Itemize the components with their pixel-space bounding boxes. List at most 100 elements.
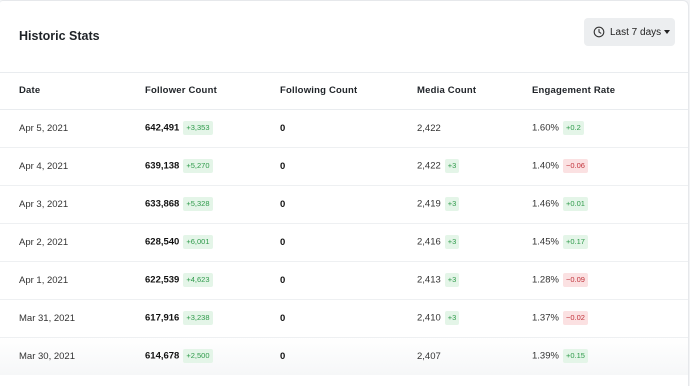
follower-count-value: 617,916 [145,312,180,324]
follower-count-value: 639,138 [145,160,180,172]
follower-count-value: 642,491 [145,122,180,134]
following-count-cell: 0 [280,223,417,261]
engagement-rate-value: 1.37% [532,312,559,324]
delta-badge: +3,353 [183,121,213,135]
table-row: Apr 3, 2021 633,868 +5,328 0 2,419 +3 1.46% +0.… [0,185,688,223]
delta-badge: +3 [444,235,460,249]
delta-badge: +0.15 [562,349,588,364]
card-header: Historic Stats Last 7 days [0,1,688,73]
engagement-rate-cell: 1.60% +0.2 [532,109,688,147]
following-count-value: 0 [280,350,286,362]
delta-badge: +3 [444,273,460,287]
table-row: Apr 5, 2021 642,491 +3,353 0 2,422 1.60% +0.2 [0,109,688,147]
engagement-rate-cell: 1.46% +0.01 [532,185,688,223]
table-row: Mar 30, 2021 614,678 +2,500 0 2,407 1.39% +0.1… [0,337,688,375]
media-count-value: 2,407 [417,350,441,362]
date-cell: Mar 30, 2021 [19,350,75,362]
engagement-rate-value: 1.46% [532,198,559,210]
delta-badge: +3,238 [183,311,213,325]
following-count-cell: 0 [280,299,417,337]
delta-badge: +2,500 [183,349,213,364]
follower-count-value: 628,540 [145,236,180,248]
media-count-value: 2,416 [417,236,441,248]
follower-count-cell: 633,868 +5,328 [145,185,280,223]
following-count-cell: 0 [280,147,417,185]
following-count-cell: 0 [280,261,417,299]
delta-badge: +3 [444,197,460,211]
delta-badge: +4,623 [183,273,213,287]
table-header-row: Date Follower Count Following Count Medi… [0,72,688,109]
media-count-value: 2,422 [417,160,441,172]
card-title: Historic Stats [19,29,100,43]
following-count-value: 0 [280,122,286,134]
delta-badge: +6,001 [183,235,213,249]
column-header-follower-count: Follower Count [145,84,217,96]
delta-badge: +3 [444,311,460,325]
following-count-cell: 0 [280,185,417,223]
following-count-value: 0 [280,160,286,172]
date-cell: Apr 2, 2021 [19,236,69,248]
media-count-value: 2,419 [417,198,441,210]
follower-count-value: 633,868 [145,198,180,210]
engagement-rate-value: 1.45% [532,236,559,248]
date-range-label: Last 7 days [610,26,662,38]
follower-count-cell: 622,539 +4,623 [145,261,280,299]
engagement-rate-value: 1.28% [532,274,559,286]
delta-badge: +3 [444,159,460,173]
column-header-media-count: Media Count [417,84,477,96]
follower-count-cell: 642,491 +3,353 [145,109,280,147]
engagement-rate-value: 1.40% [532,160,559,172]
follower-count-value: 614,678 [145,350,180,362]
clock-icon [593,26,605,38]
following-count-value: 0 [280,236,286,248]
engagement-rate-cell: 1.28% −0.09 [532,261,688,299]
delta-badge: +0.2 [562,121,584,135]
date-cell: Apr 5, 2021 [19,122,69,134]
historic-stats-card: Historic Stats Last 7 days Date Follower… [0,0,689,386]
media-count-cell: 2,422 +3 [417,147,532,185]
media-count-cell: 2,410 +3 [417,299,532,337]
media-count-value: 2,410 [417,312,441,324]
date-cell: Apr 4, 2021 [19,160,69,172]
media-count-cell: 2,416 +3 [417,223,532,261]
date-cell: Apr 3, 2021 [19,198,69,210]
engagement-rate-cell: 1.37% −0.02 [532,299,688,337]
following-count-value: 0 [280,312,286,324]
follower-count-cell: 628,540 +6,001 [145,223,280,261]
following-count-cell: 0 [280,109,417,147]
media-count-value: 2,413 [417,274,441,286]
engagement-rate-cell: 1.40% −0.06 [532,147,688,185]
media-count-value: 2,422 [417,122,441,134]
follower-count-cell: 617,916 +3,238 [145,299,280,337]
media-count-cell: 2,413 +3 [417,261,532,299]
follower-count-cell: 639,138 +5,270 [145,147,280,185]
follower-count-value: 622,539 [145,274,180,286]
table-row: Mar 31, 2021 617,916 +3,238 0 2,410 +3 1.37% −0… [0,299,688,337]
following-count-value: 0 [280,274,286,286]
engagement-rate-value: 1.39% [532,350,559,362]
engagement-rate-cell: 1.45% +0.17 [532,223,688,261]
following-count-value: 0 [280,198,286,210]
table-row: Apr 1, 2021 622,539 +4,623 0 2,413 +3 1.28% −0.… [0,261,688,299]
delta-badge: −0.09 [562,273,588,287]
engagement-rate-value: 1.60% [532,122,559,134]
date-range-dropdown-button[interactable]: Last 7 days [584,18,675,46]
table-row: Apr 4, 2021 639,138 +5,270 0 2,422 +3 1.40% −0.… [0,147,688,185]
date-cell: Mar 31, 2021 [19,312,75,324]
engagement-rate-cell: 1.39% +0.15 [532,337,688,375]
column-header-date: Date [19,84,41,96]
delta-badge: +5,328 [183,197,213,211]
caret-down-icon [664,30,671,34]
stats-table: Date Follower Count Following Count Medi… [0,72,688,375]
media-count-cell: 2,422 [417,109,532,147]
media-count-cell: 2,407 [417,337,532,375]
date-cell: Apr 1, 2021 [19,274,69,286]
media-count-cell: 2,419 +3 [417,185,532,223]
delta-badge: +0.17 [562,235,588,249]
table-row: Apr 2, 2021 628,540 +6,001 0 2,416 +3 1.45% +0.… [0,223,688,261]
following-count-cell: 0 [280,337,417,375]
delta-badge: −0.06 [562,159,588,173]
delta-badge: −0.02 [562,311,588,325]
column-header-engagement-rate: Engagement Rate [532,84,616,96]
column-header-following-count: Following Count [280,84,358,96]
